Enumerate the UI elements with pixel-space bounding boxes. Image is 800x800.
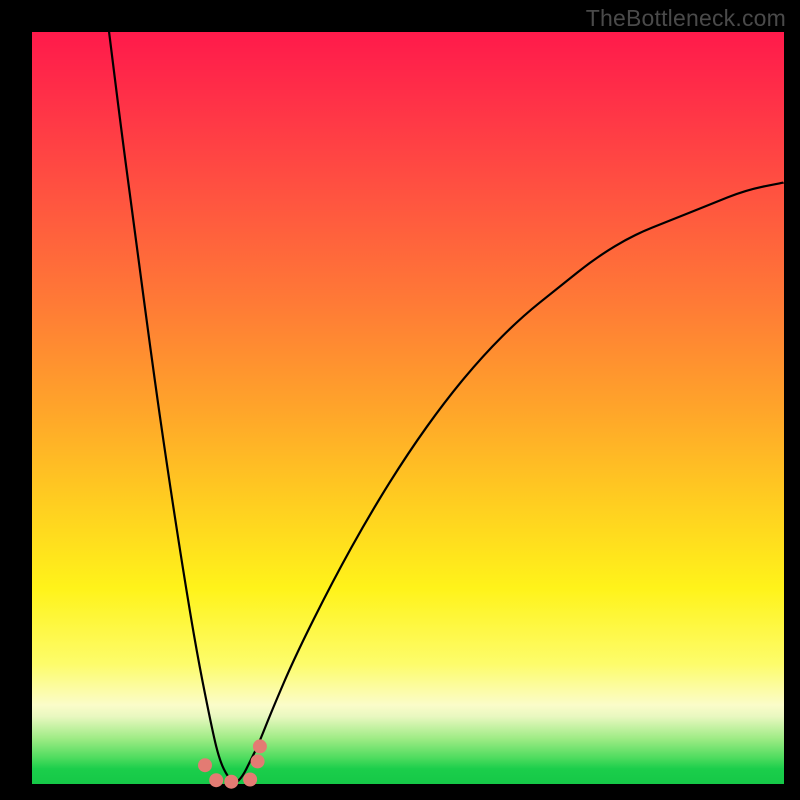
curve-marker [198, 758, 212, 772]
plot-area [32, 32, 784, 784]
bottleneck-curve-right [235, 182, 784, 784]
curve-marker [224, 775, 238, 789]
chart-container: TheBottleneck.com [0, 0, 800, 800]
curve-marker [253, 739, 267, 753]
marker-group [198, 739, 267, 788]
curve-marker [251, 754, 265, 768]
curve-marker [243, 773, 257, 787]
curve-marker [209, 773, 223, 787]
bottleneck-curve-left [107, 17, 235, 784]
curve-layer [32, 32, 784, 784]
watermark-text: TheBottleneck.com [586, 5, 786, 32]
